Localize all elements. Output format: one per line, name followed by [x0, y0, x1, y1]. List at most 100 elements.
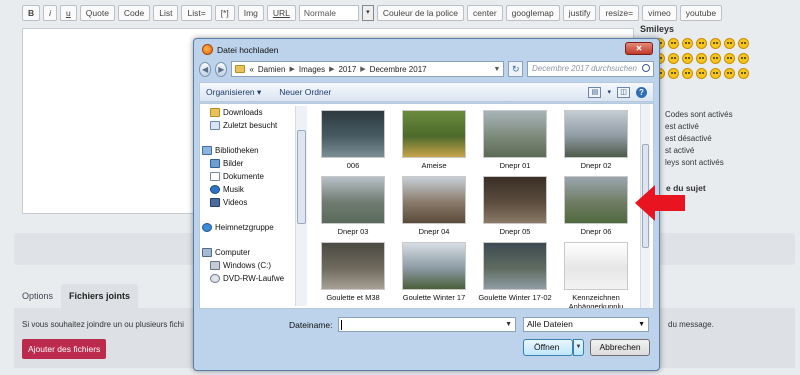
- italic-button[interactable]: i: [43, 5, 58, 21]
- breadcrumb-overflow[interactable]: «: [249, 65, 253, 74]
- forward-icon[interactable]: ▶: [215, 61, 228, 77]
- breadcrumb-item[interactable]: Decembre 2017: [370, 65, 427, 74]
- smiley-icon[interactable]: [696, 38, 707, 49]
- nav-item[interactable]: Videos: [210, 196, 247, 209]
- file-item[interactable]: Dnepr 03: [313, 176, 393, 236]
- chevron-down-icon[interactable]: ▼: [494, 66, 501, 73]
- smiley-icon[interactable]: [696, 53, 707, 64]
- file-item[interactable]: Dnepr 04: [394, 176, 474, 236]
- smiley-icon[interactable]: [724, 53, 735, 64]
- tab-options[interactable]: Options: [14, 284, 61, 308]
- add-files-button[interactable]: Ajouter des fichiers: [22, 339, 107, 359]
- file-item[interactable]: Goulette Winter 17: [394, 242, 474, 302]
- file-item[interactable]: 006: [313, 110, 393, 170]
- smiley-icon[interactable]: [710, 38, 721, 49]
- smiley-icon[interactable]: [738, 53, 749, 64]
- img-button[interactable]: Img: [237, 5, 264, 21]
- breadcrumb-item[interactable]: Damien: [258, 65, 286, 74]
- refresh-icon[interactable]: ↻: [508, 61, 524, 77]
- justify-button[interactable]: justify: [562, 5, 597, 21]
- bold-button[interactable]: B: [22, 5, 41, 21]
- nav-item[interactable]: Windows (C:): [210, 259, 271, 272]
- chevron-down-icon[interactable]: ▼: [505, 321, 512, 328]
- file-thumbnail: [402, 110, 466, 158]
- font-size-select[interactable]: Normale: [298, 5, 359, 21]
- file-name: Kennzeichnen Anhängerkupplu: [568, 293, 624, 308]
- underline-button[interactable]: u: [60, 5, 77, 21]
- list-item-button[interactable]: [*]: [214, 5, 235, 21]
- doc-icon: [210, 172, 220, 181]
- smiley-icon[interactable]: [682, 38, 693, 49]
- breadcrumb[interactable]: « Damien ▶ Images ▶ 2017 ▶ Decembre 2017…: [231, 61, 505, 77]
- filename-input[interactable]: ▼: [338, 317, 516, 332]
- center-button[interactable]: center: [467, 5, 503, 21]
- close-button[interactable]: ✕: [625, 42, 653, 55]
- navigation-pane: Downloads Zuletzt besucht Bibliotheken Bild…: [200, 104, 310, 308]
- smiley-icon[interactable]: [724, 68, 735, 79]
- file-name: Dnepr 04: [418, 227, 450, 236]
- preview-pane-icon[interactable]: ◫: [617, 86, 630, 98]
- nav-item-label: Downloads: [223, 108, 263, 117]
- smiley-icon[interactable]: [682, 53, 693, 64]
- recent-icon: [210, 121, 220, 130]
- font-size-dropdown-arrow[interactable]: ▾: [361, 5, 374, 21]
- smiley-icon[interactable]: [668, 38, 679, 49]
- open-options-arrow[interactable]: ▼: [573, 339, 584, 356]
- file-item[interactable]: Kennzeichnen Anhängerkupplu: [556, 242, 636, 308]
- nav-item[interactable]: Heimnetzgruppe: [202, 221, 274, 234]
- file-item[interactable]: Goulette et M38: [313, 242, 393, 302]
- view-options-icon[interactable]: ▤: [588, 86, 602, 98]
- smiley-icon[interactable]: [738, 68, 749, 79]
- file-item[interactable]: Goulette Winter 17-02: [475, 242, 555, 302]
- googlemap-button[interactable]: googlemap: [505, 5, 560, 21]
- nav-item[interactable]: Computer: [202, 246, 250, 259]
- breadcrumb-item[interactable]: Images: [299, 65, 325, 74]
- resize-button[interactable]: resize=: [599, 5, 640, 21]
- smiley-icon[interactable]: [710, 53, 721, 64]
- nav-scrollbar[interactable]: [295, 106, 307, 306]
- filetype-select[interactable]: Alle Dateien ▼: [523, 317, 649, 332]
- nav-item[interactable]: Bilder: [210, 157, 243, 170]
- file-item[interactable]: Dnepr 05: [475, 176, 555, 236]
- youtube-button[interactable]: youtube: [679, 5, 723, 21]
- nav-item[interactable]: Dokumente: [210, 170, 264, 183]
- file-item[interactable]: Dnepr 01: [475, 110, 555, 170]
- code-button[interactable]: Code: [117, 5, 151, 21]
- nav-item[interactable]: Musik: [210, 183, 244, 196]
- vimeo-button[interactable]: vimeo: [642, 5, 677, 21]
- file-item[interactable]: Dnepr 02: [556, 110, 636, 170]
- chevron-down-icon[interactable]: ▼: [638, 318, 645, 331]
- smiley-icon[interactable]: [710, 68, 721, 79]
- smiley-icon[interactable]: [682, 68, 693, 79]
- nav-item[interactable]: DVD-RW-Laufwe: [210, 272, 284, 285]
- new-folder-button[interactable]: Neuer Ordner: [279, 87, 331, 97]
- organize-menu[interactable]: Organisieren ▾: [206, 87, 261, 98]
- smiley-icon[interactable]: [668, 53, 679, 64]
- list-button[interactable]: List: [153, 5, 179, 21]
- breadcrumb-item[interactable]: 2017: [338, 65, 356, 74]
- nav-item[interactable]: Bibliotheken: [202, 144, 259, 157]
- back-icon[interactable]: ◀: [199, 61, 212, 77]
- nav-scrollbar-thumb[interactable]: [297, 130, 306, 224]
- smiley-icon[interactable]: [668, 68, 679, 79]
- file-item[interactable]: Ameise: [394, 110, 474, 170]
- help-icon[interactable]: ?: [636, 86, 647, 98]
- file-list: 006 Ameise Dnepr 01 Dnepr 02 Dnepr 03 Dnepr 0…: [312, 104, 650, 308]
- nav-item[interactable]: Zuletzt besucht: [210, 119, 277, 132]
- ordered-list-button[interactable]: List=: [181, 5, 212, 21]
- tab-attachments[interactable]: Fichiers joints: [61, 284, 139, 308]
- search-icon[interactable]: [642, 64, 651, 72]
- url-button[interactable]: URL: [266, 5, 296, 21]
- chevron-down-icon[interactable]: ▾: [607, 88, 611, 96]
- smiley-icon[interactable]: [696, 68, 707, 79]
- file-item[interactable]: Dnepr 06: [556, 176, 636, 236]
- nav-item[interactable]: Downloads: [210, 106, 263, 119]
- smiley-icon[interactable]: [738, 38, 749, 49]
- file-name: Goulette Winter 17-02: [478, 293, 552, 302]
- search-input[interactable]: Decembre 2017 durchsuchen: [527, 61, 655, 77]
- quote-button[interactable]: Quote: [79, 5, 115, 21]
- smiley-icon[interactable]: [724, 38, 735, 49]
- font-color-button[interactable]: Couleur de la police: [376, 5, 465, 21]
- open-button[interactable]: Öffnen: [523, 339, 573, 356]
- cancel-button[interactable]: Abbrechen: [590, 339, 650, 356]
